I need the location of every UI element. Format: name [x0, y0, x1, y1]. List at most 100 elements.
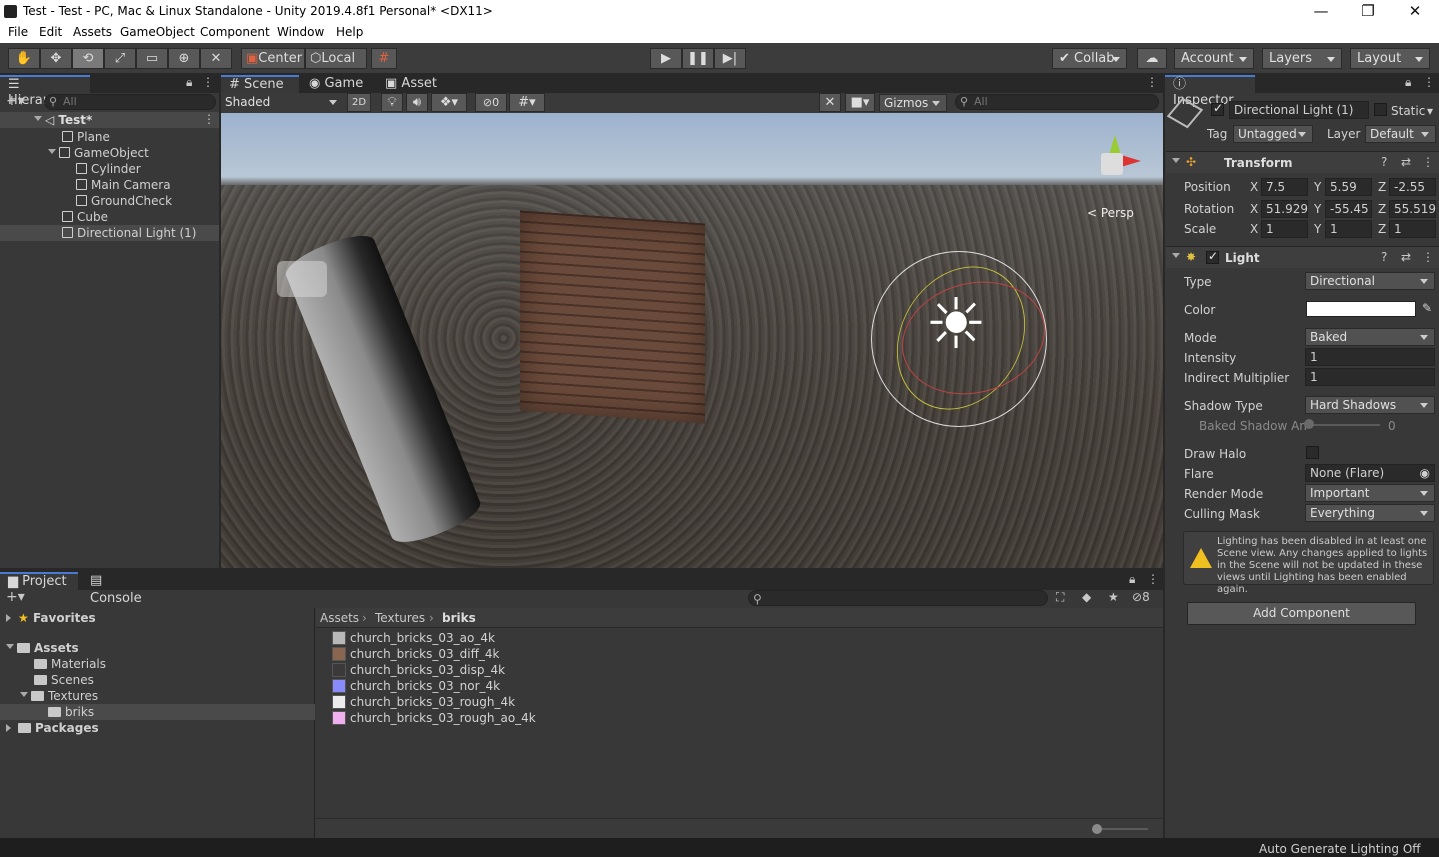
grid-toggle-icon[interactable]: #▾ — [509, 93, 545, 112]
slider-thumb[interactable] — [1092, 824, 1102, 834]
asset-item[interactable]: church_bricks_03_nor_4k — [332, 678, 500, 694]
culling-mask-dropdown[interactable]: Everything — [1305, 504, 1435, 522]
tools-icon[interactable]: ✕ — [819, 93, 841, 112]
rotation-y-field[interactable]: -55.45 — [1325, 200, 1372, 218]
tree-scenes[interactable]: Scenes — [0, 672, 219, 688]
scale-y-field[interactable]: 1 — [1325, 220, 1372, 238]
scale-z-field[interactable]: 1 — [1389, 220, 1436, 238]
breadcrumb-textures[interactable]: Textures — [375, 611, 425, 625]
hierarchy-item-directional-light[interactable]: Directional Light (1) — [0, 225, 219, 241]
hierarchy-item-groundcheck[interactable]: GroundCheck — [0, 193, 219, 209]
maximize-button[interactable]: ❐ — [1345, 2, 1391, 20]
kebab-menu-icon[interactable]: ⋮ — [202, 75, 214, 89]
asset-item[interactable]: church_bricks_03_rough_ao_4k — [332, 710, 536, 726]
tab-project[interactable]: ▆ Project — [0, 572, 78, 590]
scene-kebab-icon[interactable]: ⋮ — [1146, 75, 1158, 89]
projection-label[interactable]: < Persp — [1087, 206, 1134, 220]
position-y-field[interactable]: 5.59 — [1325, 178, 1372, 196]
scene-viewport[interactable]: ☀ < Persp — [221, 113, 1163, 568]
help-icon[interactable]: ? — [1381, 155, 1387, 169]
create-plus-icon[interactable]: +▾ — [6, 589, 25, 605]
tree-textures[interactable]: Textures — [0, 688, 219, 704]
directional-light-sun-icon[interactable]: ☀ — [921, 289, 991, 359]
tree-assets[interactable]: Assets — [0, 640, 219, 656]
filter-by-label-icon[interactable]: ◆ — [1082, 590, 1091, 604]
menu-gameobject[interactable]: GameObject — [120, 25, 195, 39]
pivot-center-button[interactable]: ▣Center — [241, 48, 305, 69]
custom-tool-icon[interactable]: ✕ — [200, 48, 232, 69]
pause-button[interactable]: ❚❚ — [682, 48, 714, 69]
shading-mode-dropdown[interactable]: Shaded — [221, 94, 343, 112]
static-checkbox[interactable] — [1374, 103, 1387, 116]
asset-item[interactable]: church_bricks_03_rough_4k — [332, 694, 515, 710]
rotate-tool-icon[interactable]: ⟲ — [72, 48, 104, 69]
layout-dropdown[interactable]: Layout — [1350, 48, 1430, 69]
eyedropper-icon[interactable]: ✎ — [1422, 301, 1432, 315]
transform-tool-icon[interactable]: ⊕ — [168, 48, 200, 69]
tree-packages[interactable]: Packages — [0, 720, 219, 736]
create-plus-icon[interactable]: +▾ — [6, 93, 25, 109]
status-text[interactable]: Auto Generate Lighting Off — [1259, 842, 1421, 856]
flare-field[interactable]: None (Flare) ◉ — [1305, 464, 1435, 482]
shadow-type-dropdown[interactable]: Hard Shadows — [1305, 396, 1435, 414]
breadcrumb-assets[interactable]: Assets — [320, 611, 359, 625]
slider-thumb[interactable] — [1304, 419, 1314, 429]
static-dropdown-arrow-icon[interactable]: ▾ — [1427, 104, 1433, 118]
rotation-z-field[interactable]: 55.519 — [1389, 200, 1436, 218]
component-menu-icon[interactable]: ⋮ — [1422, 250, 1434, 264]
scene-search-input[interactable]: ⚲ All — [955, 94, 1159, 110]
draw-halo-checkbox[interactable] — [1306, 446, 1319, 459]
position-z-field[interactable]: -2.55 — [1389, 178, 1436, 196]
brick-wall-cube[interactable] — [520, 210, 705, 424]
baked-shadow-angle-slider[interactable] — [1306, 424, 1380, 426]
minimize-button[interactable]: — — [1298, 2, 1344, 20]
scale-x-field[interactable]: 1 — [1261, 220, 1308, 238]
collab-dropdown[interactable]: ✔ Collab — [1052, 48, 1127, 69]
tab-game[interactable]: ◉ Game — [301, 75, 373, 93]
light-type-dropdown[interactable]: Directional — [1305, 272, 1435, 290]
asset-item[interactable]: church_bricks_03_disp_4k — [332, 662, 505, 678]
object-name-field[interactable]: Directional Light (1) — [1229, 101, 1369, 119]
lock-icon[interactable]: 🔒︎ — [1129, 572, 1135, 587]
tab-asset-store[interactable]: ▣ Asset Store — [377, 75, 477, 109]
add-component-button[interactable]: Add Component — [1187, 602, 1416, 625]
hierarchy-item-gameobject[interactable]: GameObject — [0, 145, 219, 161]
gizmos-dropdown[interactable]: Gizmos — [879, 94, 947, 112]
grid-snap-icon[interactable]: # — [371, 48, 397, 69]
camera-settings-icon[interactable]: ■▾ — [845, 93, 875, 112]
rotation-x-field[interactable]: 51.929 — [1261, 200, 1308, 218]
hierarchy-item-plane[interactable]: Plane — [0, 129, 219, 145]
favorite-star-icon[interactable]: ★ — [1108, 590, 1119, 604]
menu-help[interactable]: Help — [336, 25, 363, 39]
menu-window[interactable]: Window — [277, 25, 324, 39]
kebab-menu-icon[interactable]: ⋮ — [1147, 572, 1159, 586]
play-button[interactable]: ▶ — [650, 48, 682, 69]
kebab-menu-icon[interactable]: ⋮ — [1423, 75, 1435, 89]
tree-favorites[interactable]: ★ Favorites — [0, 610, 219, 626]
scene-row[interactable]: ◁ Test* ⋮ — [0, 112, 219, 128]
step-button[interactable]: ▶| — [714, 48, 746, 69]
cloud-icon[interactable]: ☁ — [1137, 48, 1167, 69]
tree-materials[interactable]: Materials — [0, 656, 219, 672]
light-color-swatch[interactable] — [1306, 301, 1416, 317]
breadcrumb-briks[interactable]: briks — [442, 611, 476, 625]
project-search-input[interactable]: ⚲ — [748, 590, 1048, 606]
tab-console[interactable]: ▤ Console — [82, 572, 162, 606]
layer-dropdown[interactable]: Default — [1365, 125, 1436, 143]
account-dropdown[interactable]: Account — [1174, 48, 1254, 69]
audio-toggle-icon[interactable]: 🔊︎ — [406, 93, 428, 112]
object-picker-icon[interactable]: ◉ — [1420, 465, 1430, 481]
hand-tool-icon[interactable]: ✋ — [8, 48, 40, 69]
scene-orientation-gizmo[interactable] — [1085, 127, 1145, 187]
menu-edit[interactable]: Edit — [39, 25, 62, 39]
tab-inspector[interactable]: ⓘ Inspector — [1165, 75, 1255, 108]
tab-hierarchy[interactable]: ☰ Hierarchy — [0, 75, 90, 108]
hidden-packages-toggle[interactable]: ⊘8 — [1132, 590, 1150, 604]
render-mode-dropdown[interactable]: Important — [1305, 484, 1435, 502]
tab-scene[interactable]: # Scene — [221, 75, 299, 93]
pivot-local-button[interactable]: ⬡Local — [305, 48, 367, 69]
hidden-objects-button[interactable]: ⊘0 — [475, 93, 507, 112]
menu-file[interactable]: File — [8, 25, 28, 39]
light-mode-dropdown[interactable]: Baked — [1305, 328, 1435, 346]
close-button[interactable]: ✕ — [1392, 2, 1438, 20]
